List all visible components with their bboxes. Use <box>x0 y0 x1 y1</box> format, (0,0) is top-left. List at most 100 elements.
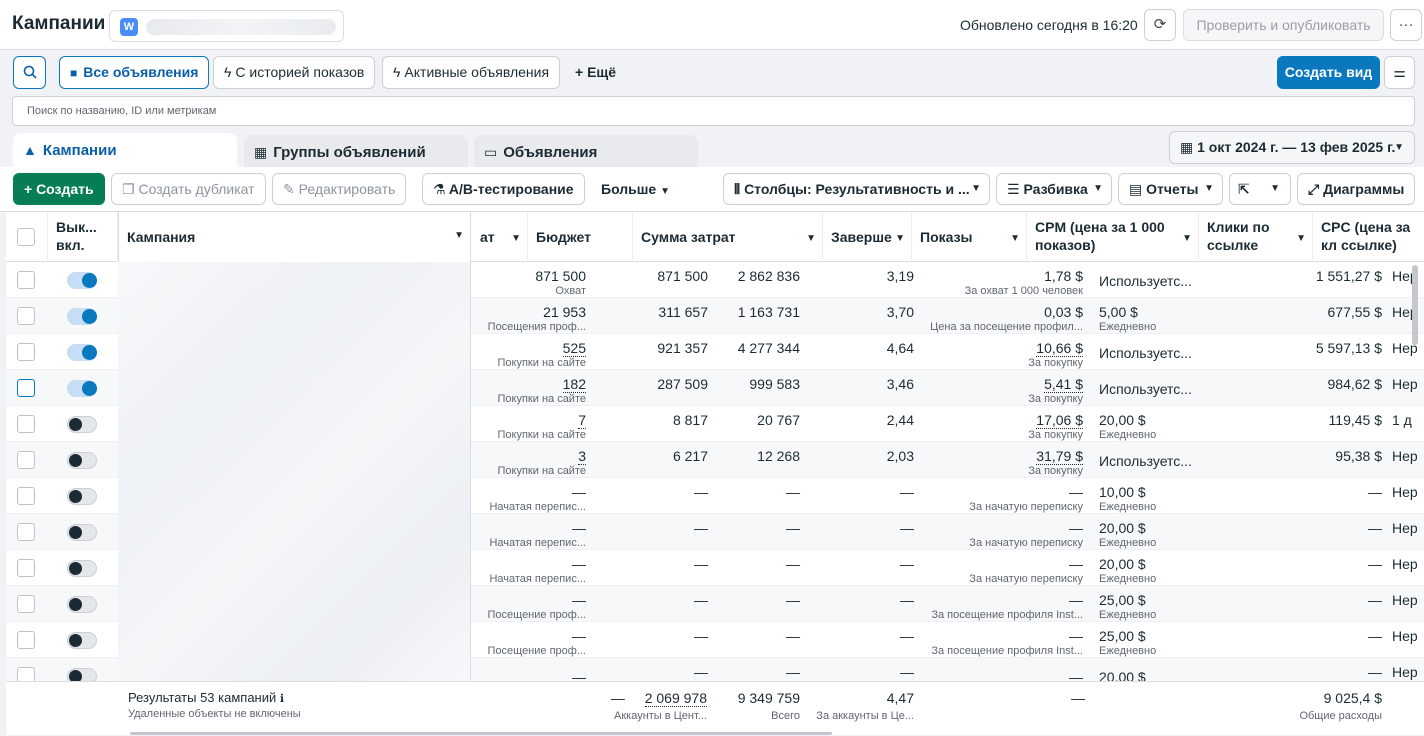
filter-all-ads[interactable]: ■ Все объявления <box>59 56 210 89</box>
row-checkbox[interactable] <box>17 415 35 433</box>
campaign-toggle[interactable] <box>67 632 97 649</box>
cell-status-value: Нер <box>1392 484 1418 500</box>
campaign-toggle[interactable] <box>67 560 97 577</box>
ab-test-button[interactable]: ⚗ A/B-тестирование <box>422 173 585 205</box>
col-clicks[interactable]: Клики по ссылке ▼ <box>1199 212 1313 262</box>
col-campaign[interactable]: Кампания ▼ <box>118 212 471 262</box>
ad-icon: ▭ <box>484 144 498 160</box>
row-checkbox[interactable] <box>17 343 35 361</box>
edit-button[interactable]: ✎ Редактировать <box>272 173 407 205</box>
row-checkbox[interactable] <box>17 487 35 505</box>
filter-more-button[interactable]: + Ещё <box>575 56 616 89</box>
cell-impressions: — <box>716 550 808 586</box>
filter-active-ads[interactable]: ϟ Активные объявления <box>382 56 561 89</box>
campaign-toggle[interactable] <box>67 380 97 397</box>
search-toggle-button[interactable] <box>13 56 46 89</box>
cell-cost: 10,66 $ За покупку <box>906 334 1091 370</box>
col-results[interactable]: ат ▼ <box>472 212 528 262</box>
cell-impressions-value: 1 163 731 <box>737 304 800 320</box>
campaign-toggle[interactable] <box>67 488 97 505</box>
cell-reach: 6 217 <box>594 442 716 478</box>
row-checkbox[interactable] <box>17 595 35 613</box>
toggle-knob <box>69 526 82 539</box>
row-checkbox[interactable] <box>17 559 35 577</box>
row-checkbox[interactable] <box>17 523 35 541</box>
cell-spend: 677,55 $ <box>1276 298 1390 334</box>
info-icon[interactable]: ℹ <box>280 693 284 705</box>
row-checkbox[interactable] <box>17 451 35 469</box>
campaign-toggle[interactable] <box>67 524 97 541</box>
row-checkbox[interactable] <box>17 307 35 325</box>
cell-budget-sub: Ежедневно <box>1099 573 1157 585</box>
cell-cost-sub: Цена за посещение профил... <box>930 321 1083 333</box>
cell-status-value: Нер <box>1392 664 1418 680</box>
col-cpc[interactable]: CPC (цена за кл ссылке) <box>1313 212 1424 262</box>
col-budget[interactable]: Бюджет <box>528 212 633 262</box>
create-button[interactable]: + Создать <box>13 173 105 205</box>
col-cpm[interactable]: CPM (цена за 1 000 показов) ▼ <box>1027 212 1199 262</box>
cell-results: 3 Покупки на сайте <box>472 442 594 478</box>
vertical-scrollbar[interactable] <box>1412 265 1418 345</box>
cell-results-sub: Начатая перепис... <box>489 501 586 513</box>
date-range-picker[interactable]: ▦ 1 окт 2024 г. — 13 фев 2025 г. ▼ <box>1169 131 1415 164</box>
tab-campaigns[interactable]: ▲ Кампании <box>13 133 237 169</box>
search-input[interactable]: Поиск по названию, ID или метрикам <box>12 96 1415 126</box>
cell-status: Нер <box>1384 478 1424 514</box>
cell-spend: — <box>1276 550 1390 586</box>
select-all-header <box>6 212 48 262</box>
campaign-toggle[interactable] <box>67 308 97 325</box>
row-checkbox[interactable] <box>17 631 35 649</box>
create-view-button[interactable]: Создать вид <box>1277 56 1380 89</box>
col-campaign-label: Кампания <box>127 229 196 245</box>
search-icon <box>23 65 37 79</box>
cell-budget: 20,00 $ Ежедневно <box>1091 514 1197 550</box>
publish-button[interactable]: Проверить и опубликовать <box>1183 9 1384 41</box>
tab-ads[interactable]: ▭ Объявления <box>474 135 698 169</box>
col-spend[interactable]: Сумма затрат ▼ <box>633 212 823 262</box>
cell-impressions: 2 862 836 <box>716 262 808 298</box>
more-actions-button[interactable]: Больше ▼ <box>601 173 670 205</box>
toggle-knob <box>82 309 97 324</box>
cell-budget: 20,00 $ Ежедневно <box>1091 550 1197 586</box>
columns-selector[interactable]: ⦀ Столбцы: Результативность и ... ▼ <box>723 173 990 205</box>
cell-cost-sub: За покупку <box>1028 393 1083 405</box>
toggle-knob <box>69 418 82 431</box>
more-menu-button[interactable]: ··· <box>1390 9 1422 41</box>
cell-cost-value: — <box>1069 592 1083 608</box>
tab-adsets[interactable]: ▦ Группы объявлений <box>244 135 468 169</box>
view-settings-button[interactable]: ⚌ <box>1384 56 1415 89</box>
charts-button[interactable]: ⤢ Диаграммы <box>1297 173 1415 205</box>
col-toggle[interactable]: Вык... вкл. <box>48 212 118 262</box>
col-impressions[interactable]: Показы ▼ <box>912 212 1027 262</box>
cell-results: 871 500 Охват <box>472 262 594 298</box>
cell-budget-sub: Ежедневно <box>1099 609 1157 621</box>
breakdown-button[interactable]: ☰ Разбивка ▼ <box>996 173 1112 205</box>
row-checkbox[interactable] <box>17 379 35 397</box>
cell-cost-value: — <box>1069 484 1083 500</box>
pencil-icon: ✎ <box>283 181 299 197</box>
export-button[interactable]: ⇱ ▼ <box>1229 173 1291 205</box>
cell-budget-value: Используетс... <box>1099 453 1192 469</box>
copy-icon: ❐ <box>122 181 139 197</box>
cell-reach: — <box>594 622 716 658</box>
refresh-button[interactable]: ⟳ <box>1144 9 1176 41</box>
col-completed[interactable]: Заверше ▼ <box>823 212 912 262</box>
select-all-checkbox[interactable] <box>17 228 35 246</box>
campaign-toggle[interactable] <box>67 344 97 361</box>
row-checkbox[interactable] <box>17 271 35 289</box>
campaign-toggle[interactable] <box>67 416 97 433</box>
breakdown-label: Разбивка <box>1023 181 1088 197</box>
cell-results: — Начатая перепис... <box>472 514 594 550</box>
campaign-toggle[interactable] <box>67 452 97 469</box>
duplicate-button[interactable]: ❐ Создать дубликат <box>111 173 266 205</box>
cell-cost-value: 1,78 $ <box>1044 268 1083 284</box>
reports-button[interactable]: ▤ Отчеты ▼ <box>1118 173 1223 205</box>
cell-reach-value: — <box>694 628 708 644</box>
campaign-toggle[interactable] <box>67 596 97 613</box>
account-selector[interactable]: W <box>109 10 344 42</box>
cell-impressions: 1 163 731 <box>716 298 808 334</box>
filter-with-history[interactable]: ϟС историей показов <box>213 56 376 89</box>
cell-cost: — За начатую переписку <box>906 514 1091 550</box>
campaign-toggle[interactable] <box>67 272 97 289</box>
cell-status-value: Нер <box>1392 628 1418 644</box>
